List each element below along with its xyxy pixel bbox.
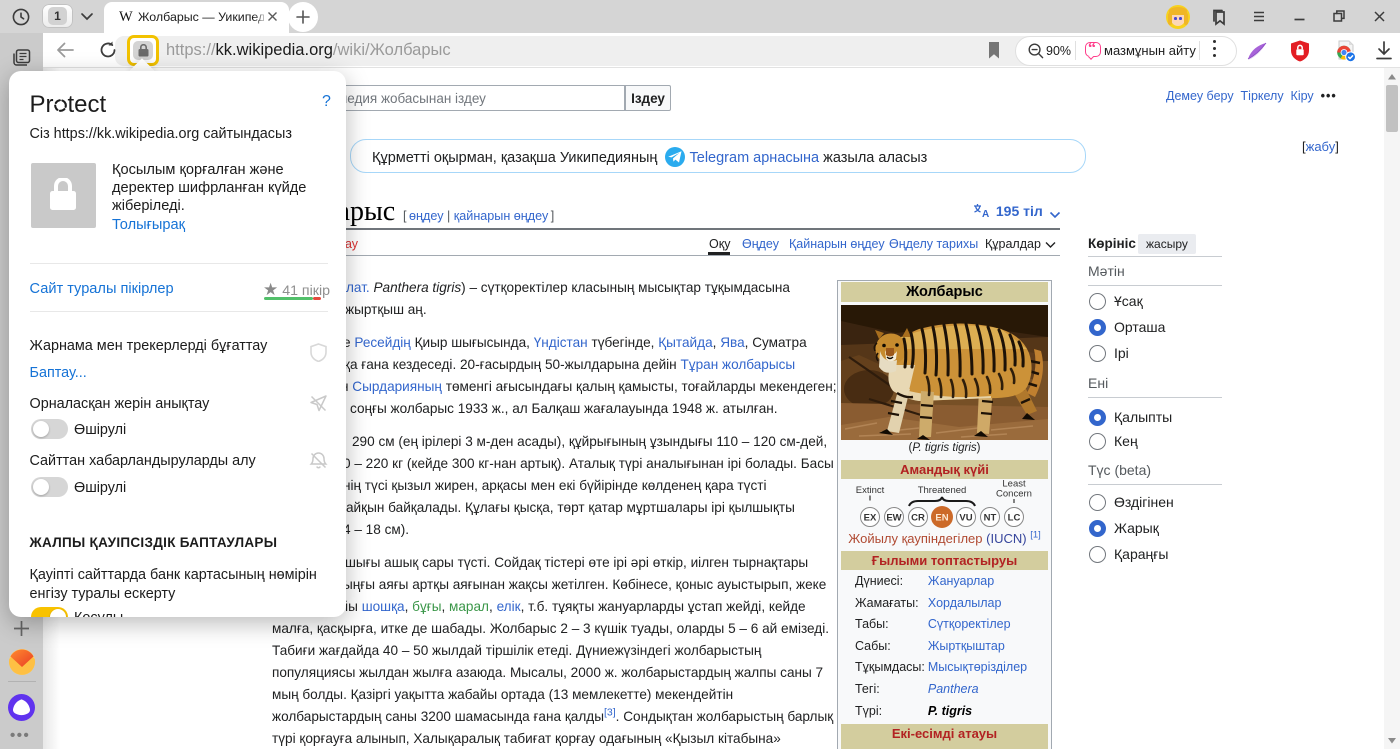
svg-text:Extinct: Extinct (856, 485, 885, 496)
svg-text:NT: NT (984, 513, 997, 524)
svg-text:EX: EX (864, 513, 877, 524)
svg-text:CR: CR (911, 513, 925, 524)
svg-text:EN: EN (935, 513, 948, 524)
svg-text:Concern: Concern (996, 489, 1032, 500)
svg-text:A: A (982, 209, 989, 219)
svg-text:EW: EW (886, 513, 901, 524)
svg-text:Threatened: Threatened (918, 485, 967, 496)
svg-text:LC: LC (1008, 513, 1021, 524)
svg-text:VU: VU (959, 513, 972, 524)
